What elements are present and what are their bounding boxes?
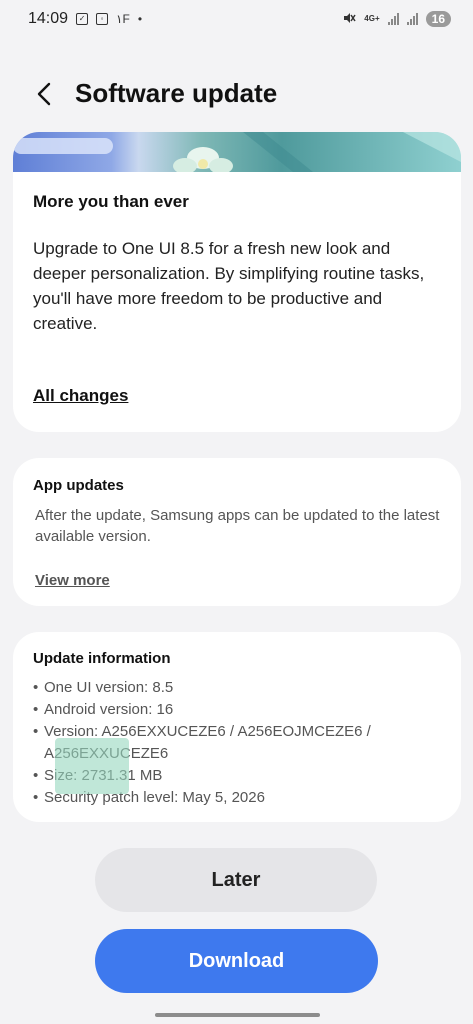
info-one-ui-version: One UI version: 8.5 <box>44 679 174 696</box>
status-bar: 14:09 ✓ ◦ ۱F • 4G+ 16 <box>0 0 473 38</box>
whats-new-description: Upgrade to One UI 8.5 for a fresh new lo… <box>33 239 425 333</box>
app-updates-title: App updates <box>33 477 124 494</box>
screenshot-icon: ◦ <box>96 13 109 25</box>
status-time: 14:09 <box>28 10 69 27</box>
status-left: 14:09 ✓ ◦ ۱F • <box>28 10 142 28</box>
home-indicator[interactable] <box>155 1013 320 1017</box>
all-changes-link[interactable]: All changes <box>33 386 128 406</box>
check-box-icon: ✓ <box>76 13 89 25</box>
whats-new-card: More you than ever Upgrade to One UI 8.5… <box>13 132 461 432</box>
info-android-version: Android version: 16 <box>44 701 174 718</box>
signal-icon-2 <box>406 13 418 25</box>
status-right: 4G+ 16 <box>342 11 451 27</box>
chevron-left-icon <box>37 82 51 106</box>
page-title: Software update <box>75 78 278 108</box>
watermark-overlay <box>55 738 129 794</box>
back-button[interactable] <box>26 76 62 112</box>
whats-new-title: More you than ever <box>33 192 189 211</box>
view-more-link[interactable]: View more <box>35 572 110 589</box>
battery-indicator: 16 <box>425 11 451 27</box>
later-button[interactable]: Later <box>95 848 377 912</box>
list-item: • One UI version: 8.5 <box>33 677 443 699</box>
network-speed-icon: ۱F <box>116 12 130 26</box>
mute-icon <box>342 11 356 27</box>
network-type-label: 4G+ <box>364 14 380 23</box>
app-updates-description: After the update, Samsung apps can be up… <box>35 507 440 545</box>
app-updates-card: App updates After the update, Samsung ap… <box>13 458 461 606</box>
signal-icon <box>387 13 399 25</box>
download-button[interactable]: Download <box>95 929 378 993</box>
update-information-title: Update information <box>33 650 171 667</box>
notification-dot-icon: • <box>137 12 143 26</box>
page-header: Software update <box>0 72 473 116</box>
feature-banner-image <box>13 132 461 172</box>
list-item: • Android version: 16 <box>33 699 443 721</box>
